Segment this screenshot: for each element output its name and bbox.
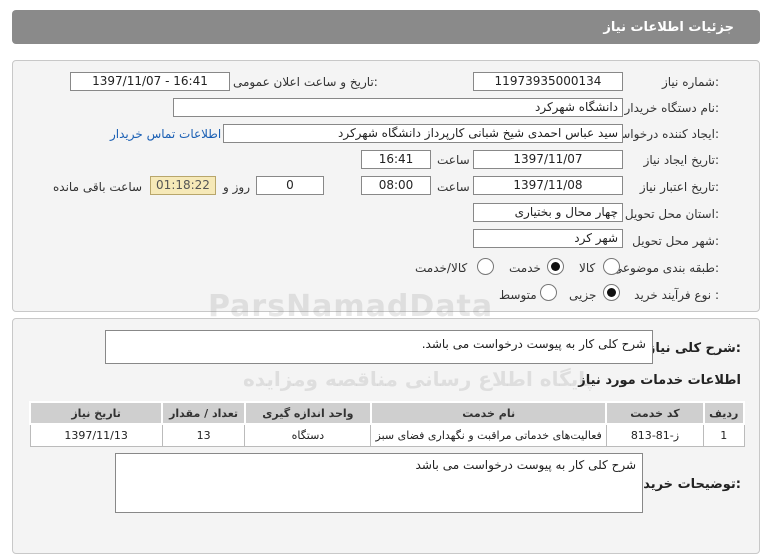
watermark-line2: پایگاه اطلاع رسانی مناقصه ومزایده: [243, 367, 594, 391]
cell-service-code: ز-81-813: [605, 423, 705, 447]
days-field[interactable]: 0: [256, 176, 324, 195]
created-time-label: ساعت: [437, 153, 470, 167]
validity-date-field[interactable]: 1397/11/08: [473, 176, 623, 195]
need-number-label: شماره نیاز:: [661, 75, 719, 89]
category-radio-goods[interactable]: [603, 258, 620, 275]
need-info-panel: ParsNamadData شماره نیاز: 11973935000134…: [12, 60, 760, 324]
col-row: ردیف: [702, 401, 745, 425]
col-unit: واحد اندازه گیری: [243, 401, 372, 425]
process-radio-medium[interactable]: [540, 284, 557, 301]
process-label: نوع فرآیند خرید :: [634, 288, 719, 302]
creator-field[interactable]: سید عباس احمدی شیخ شبانی کارپرداز دانشگا…: [223, 124, 623, 143]
description-field[interactable]: شرح کلی کار به پیوست درخواست می باشد.: [105, 330, 653, 364]
city-label: شهر محل تحویل:: [632, 234, 719, 248]
col-service-code: کد خدمت: [605, 401, 705, 425]
category-option-service: خدمت: [509, 261, 541, 275]
remaining-time-field: 01:18:22: [150, 176, 216, 195]
remaining-label: ساعت باقی مانده: [53, 180, 143, 194]
contact-buyer-link[interactable]: اطلاعات تماس خریدار: [110, 127, 221, 141]
cell-service-name: فعالیت‌های خدماتی مراقبت و نگهداری فضای …: [370, 423, 607, 447]
category-radio-service[interactable]: [547, 258, 564, 275]
cell-quantity: 13: [161, 423, 246, 447]
created-date-field[interactable]: 1397/11/07: [473, 150, 623, 169]
services-header-row: ردیف کد خدمت نام خدمت واحد اندازه گیری ت…: [28, 401, 745, 425]
announce-field[interactable]: 1397/11/07 - 16:41: [70, 72, 230, 91]
cell-need-date: 1397/11/13: [29, 423, 163, 447]
page-title: جزئیات اطلاعات نیاز: [603, 19, 734, 35]
category-label: طبقه بندی موضوعی:: [612, 261, 719, 275]
validity-time-field[interactable]: 08:00: [361, 176, 431, 195]
buyer-org-field[interactable]: دانشگاه شهرکرد: [173, 98, 623, 117]
category-radio-goods-service[interactable]: [477, 258, 494, 275]
description-label: شرح کلی نیاز:: [647, 341, 741, 356]
province-field[interactable]: چهار محال و بختیاری: [473, 203, 623, 222]
col-quantity: تعداد / مقدار: [161, 401, 246, 425]
cell-unit: دستگاه: [244, 423, 372, 447]
need-detail-panel: پارس نماد داده ها پایگاه اطلاع رسانی منا…: [12, 318, 760, 554]
table-row[interactable]: 1 ز-81-813 فعالیت‌های خدماتی مراقبت و نگ…: [29, 423, 745, 447]
created-date-label: تاریخ ایجاد نیاز:: [643, 153, 719, 167]
buyer-org-label: نام دستگاه خریدار:: [624, 101, 720, 115]
category-option-goods: کالا: [579, 261, 596, 275]
services-section-title: اطلاعات خدمات مورد نیاز: [578, 373, 741, 388]
process-radio-minor[interactable]: [603, 284, 620, 301]
validity-time-label: ساعت: [437, 180, 470, 194]
col-service-name: نام خدمت: [369, 401, 608, 425]
process-option-minor: جزیی: [569, 288, 597, 302]
page-header: جزئیات اطلاعات نیاز: [12, 10, 760, 44]
announce-label: تاریخ و ساعت اعلان عمومی:: [233, 75, 378, 89]
days-label: روز و: [223, 180, 250, 194]
category-option-goods-service: کالا/خدمت: [415, 261, 468, 275]
col-need-date: تاریخ نیاز: [28, 401, 164, 425]
need-number-field[interactable]: 11973935000134: [473, 72, 623, 91]
buyer-notes-field[interactable]: شرح کلی کار به پیوست درخواست می باشد: [115, 453, 643, 513]
creator-label: ایجاد کننده درخواست:: [608, 127, 719, 141]
validity-date-label: تاریخ اعتبار نیاز:: [639, 180, 719, 194]
province-label: استان محل تحویل:: [624, 207, 719, 221]
cell-row: 1: [703, 423, 745, 447]
services-table: ردیف کد خدمت نام خدمت واحد اندازه گیری ت…: [28, 401, 745, 447]
process-option-medium: متوسط: [499, 288, 537, 302]
city-field[interactable]: شهر کرد: [473, 229, 623, 248]
created-time-field[interactable]: 16:41: [361, 150, 431, 169]
buyer-notes-label: توضیحات خریدار:: [631, 477, 741, 492]
